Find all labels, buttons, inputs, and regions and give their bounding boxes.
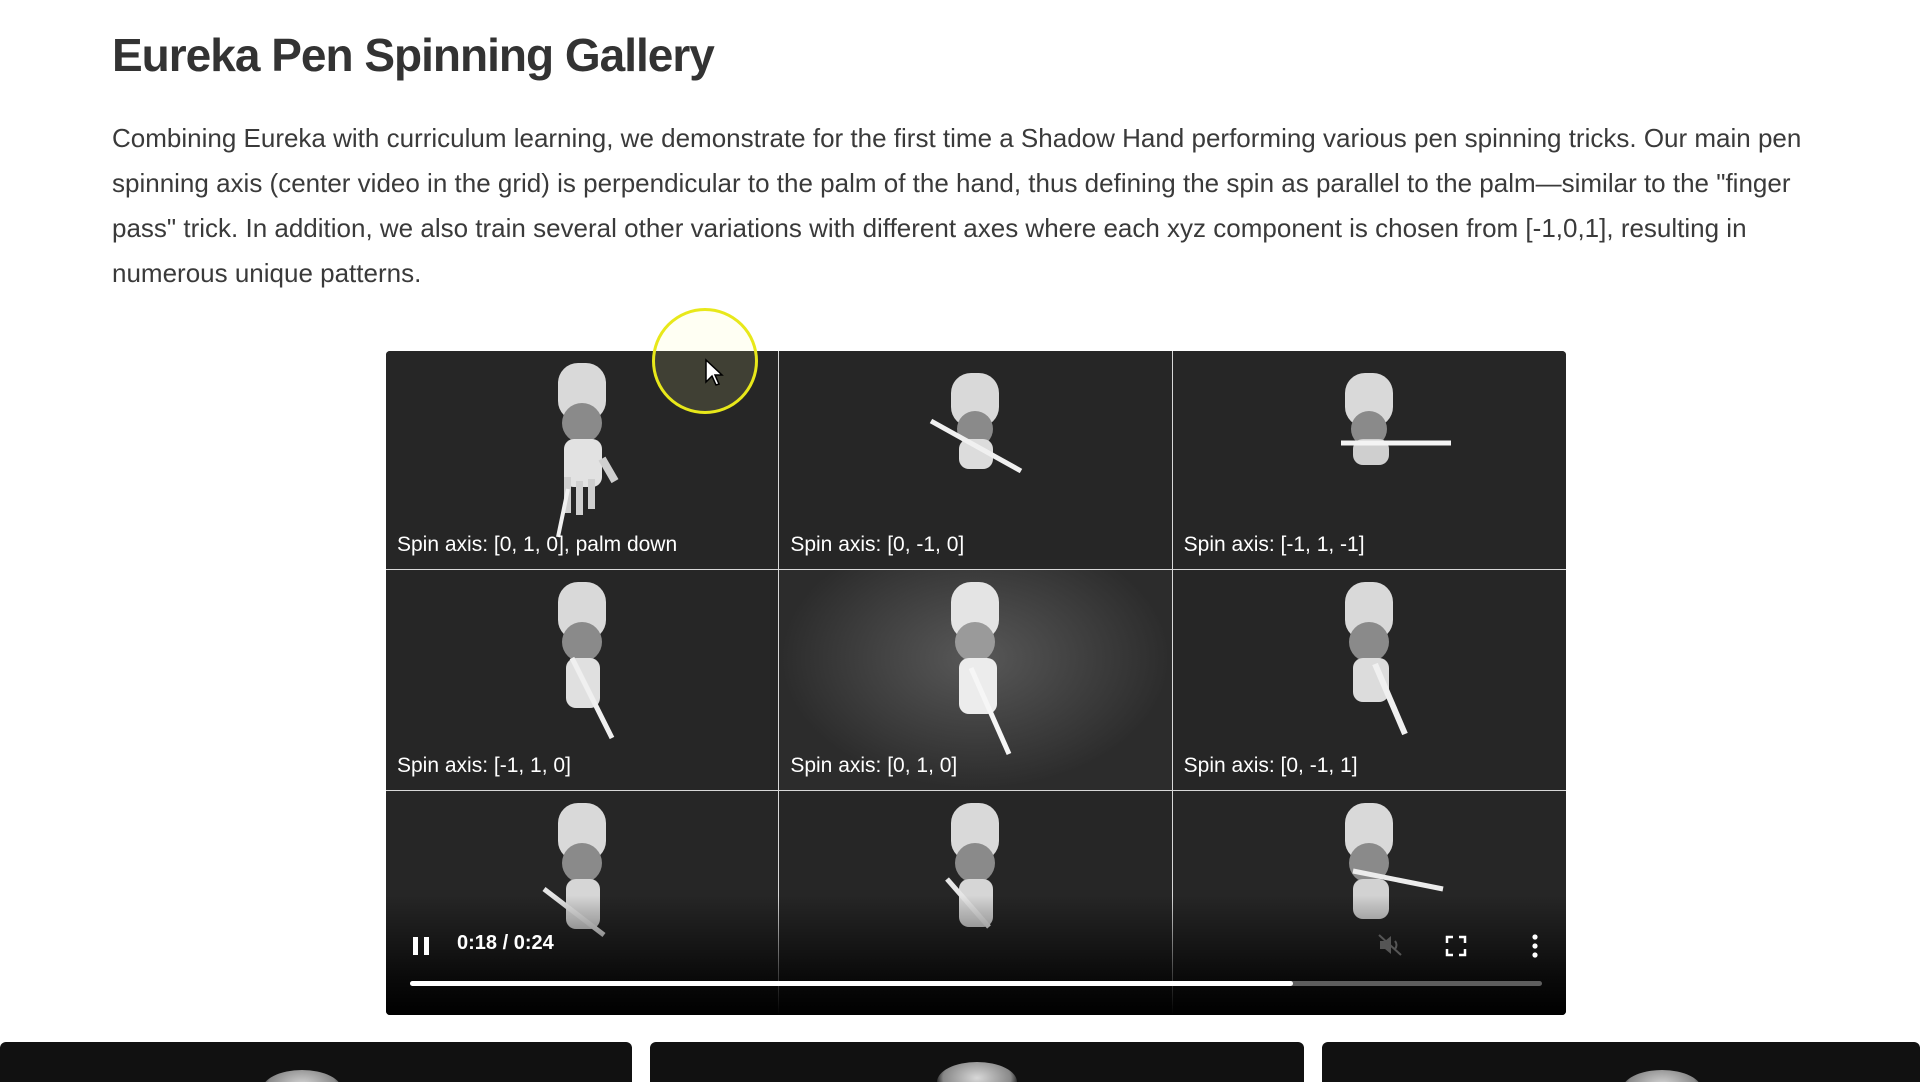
cell-caption: Spin axis: [0, 1, 0], palm down bbox=[397, 533, 678, 556]
video-cell: Spin axis: [-1, 1, 0] bbox=[386, 570, 780, 791]
gallery-thumbnail[interactable] bbox=[650, 1042, 1304, 1082]
pause-icon bbox=[413, 937, 429, 955]
more-vertical-icon bbox=[1532, 934, 1538, 958]
fullscreen-button[interactable] bbox=[1445, 935, 1467, 957]
gallery-description: Combining Eureka with curriculum learnin… bbox=[112, 123, 1802, 288]
video-controls: 0:18 / 0:24 bbox=[386, 895, 1566, 1015]
video-cell-center: Spin axis: [0, 1, 0] bbox=[779, 570, 1173, 791]
cell-caption: Spin axis: [0, -1, 1] bbox=[1183, 754, 1358, 777]
gallery-thumbnail[interactable] bbox=[1322, 1042, 1920, 1082]
cell-caption: Spin axis: [-1, 1, -1] bbox=[1183, 533, 1365, 556]
progress-played bbox=[410, 981, 1293, 986]
video-cell: Spin axis: [0, 1, 0], palm down bbox=[386, 351, 780, 570]
cell-caption: Spin axis: [-1, 1, 0] bbox=[397, 754, 571, 777]
cell-caption: Spin axis: [0, -1, 0] bbox=[790, 533, 965, 556]
progress-bar[interactable] bbox=[410, 981, 1542, 986]
page-title: Eureka Pen Spinning Gallery bbox=[112, 29, 715, 81]
video-player[interactable]: Spin axis: [0, 1, 0], palm down Spin axi… bbox=[386, 351, 1566, 1015]
time-display: 0:18 / 0:24 bbox=[457, 932, 554, 954]
muted-speaker-icon bbox=[1378, 934, 1402, 956]
robot-hand-figure bbox=[951, 582, 1012, 756]
mute-button[interactable] bbox=[1377, 933, 1403, 957]
robot-hand-figure bbox=[1345, 582, 1409, 736]
robot-hand-figure bbox=[1341, 373, 1452, 465]
pause-button[interactable] bbox=[410, 935, 432, 957]
gallery-thumbnail[interactable] bbox=[0, 1042, 632, 1082]
video-cell: Spin axis: [-1, 1, -1] bbox=[1172, 351, 1566, 570]
robot-hand-figure bbox=[556, 363, 619, 538]
more-options-button[interactable] bbox=[1530, 933, 1540, 959]
video-cell: Spin axis: [0, -1, 1] bbox=[1172, 570, 1566, 791]
cell-caption: Spin axis: [0, 1, 0] bbox=[790, 754, 958, 777]
robot-hand-figure bbox=[930, 373, 1023, 474]
robot-hand-figure bbox=[558, 582, 615, 740]
fullscreen-icon bbox=[1445, 935, 1467, 957]
video-cell: Spin axis: [0, -1, 0] bbox=[779, 351, 1173, 570]
